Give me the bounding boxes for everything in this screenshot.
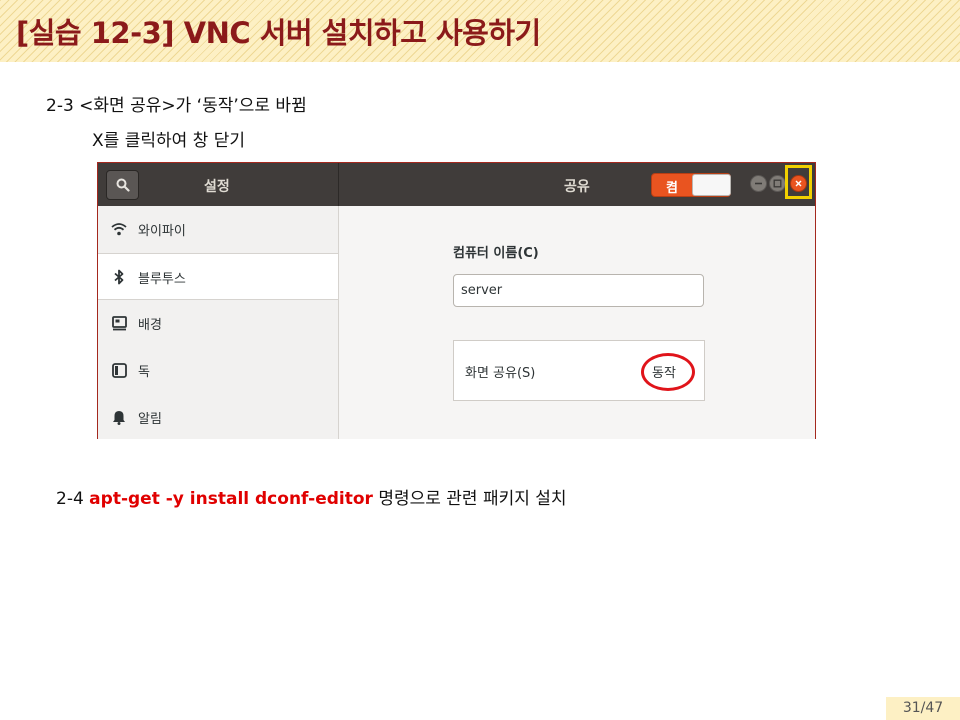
sidebar-item-label: 배경: [138, 318, 162, 333]
settings-title: 설정: [204, 179, 230, 195]
window-header-bar: 설정 공유 켬: [98, 163, 815, 206]
slide-title: [실습 12-3] VNC 서버 설치하고 사용하기: [16, 16, 541, 50]
settings-window: 설정 공유 켬 와이파이 블루투스 배경 독 알림 컴퓨터 이름(C) serv…: [97, 162, 816, 439]
header-left-segment: 설정: [98, 163, 339, 206]
wifi-icon: [111, 221, 127, 237]
maximize-button[interactable]: [769, 175, 786, 192]
computer-name-input[interactable]: server: [453, 274, 704, 307]
slide-title-bar: [실습 12-3] VNC 서버 설치하고 사용하기: [0, 0, 960, 62]
screen-sharing-label: 화면 공유(S): [465, 366, 536, 381]
bell-icon: [111, 409, 127, 425]
sidebar-item-label: 블루투스: [138, 272, 186, 287]
minimize-button[interactable]: [750, 175, 767, 192]
status-highlight-circle: [641, 353, 695, 391]
dock-icon: [111, 362, 127, 378]
maximize-icon: [773, 179, 782, 188]
search-icon: [116, 178, 130, 192]
background-icon: [111, 315, 127, 331]
step-3-text: 2-3 <화면 공유>가 ‘동작’으로 바뀜: [46, 96, 307, 116]
sharing-toggle[interactable]: 켬: [651, 173, 731, 197]
step-4-text: 2-4 apt-get -y install dconf-editor 명령으로…: [56, 484, 567, 509]
sidebar-item-bluetooth[interactable]: 블루투스: [98, 253, 338, 300]
step-4-prefix: 2-4: [56, 489, 90, 509]
computer-name-label: 컴퓨터 이름(C): [453, 246, 539, 261]
sidebar-item-label: 독: [138, 365, 150, 380]
minimize-icon: [755, 182, 762, 185]
search-button[interactable]: [106, 170, 139, 200]
sharing-panel: 컴퓨터 이름(C) server 화면 공유(S) 동작: [340, 206, 815, 439]
sidebar-item-label: 알림: [138, 412, 162, 427]
page-number: 31/47: [886, 697, 960, 720]
toggle-knob[interactable]: [692, 174, 731, 196]
sidebar-item-background[interactable]: 배경: [98, 300, 338, 347]
sidebar-item-dock[interactable]: 독: [98, 347, 338, 394]
sidebar-item-label: 와이파이: [138, 224, 186, 239]
sidebar-item-wifi[interactable]: 와이파이: [98, 206, 338, 253]
step-4-suffix: 명령으로 관련 패키지 설치: [372, 489, 567, 509]
step-3-subtext: X를 클릭하여 창 닫기: [92, 131, 245, 151]
sidebar-item-notifications[interactable]: 알림: [98, 394, 338, 439]
settings-sidebar: 와이파이 블루투스 배경 독 알림: [98, 206, 339, 439]
sharing-title: 공유: [564, 179, 590, 195]
bluetooth-icon: [111, 269, 127, 285]
step-4-command: apt-get -y install dconf-editor: [89, 489, 373, 509]
toggle-on-label: 켬: [666, 181, 678, 196]
screen-sharing-row[interactable]: 화면 공유(S) 동작: [453, 340, 705, 401]
close-button-highlight: [785, 165, 812, 199]
